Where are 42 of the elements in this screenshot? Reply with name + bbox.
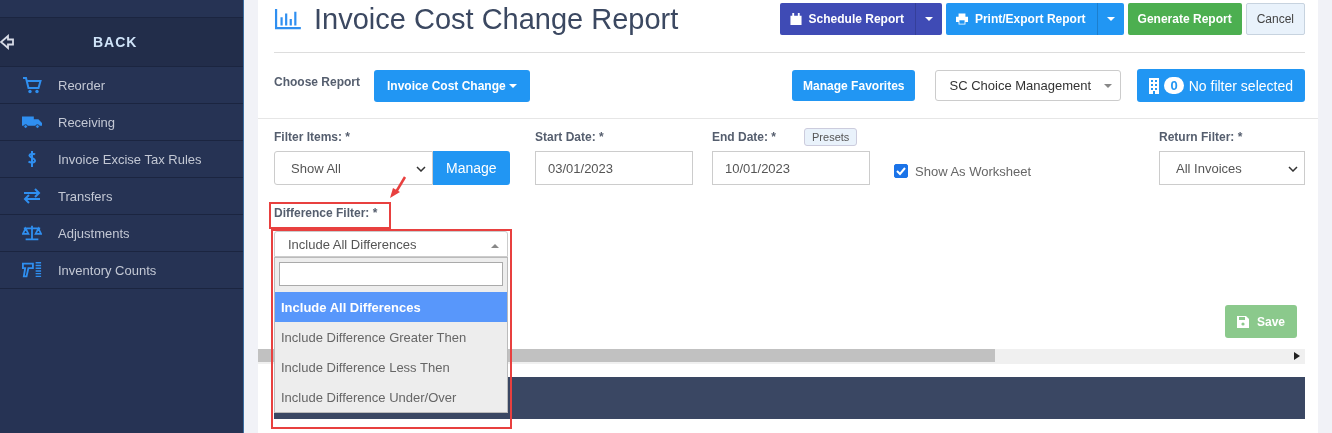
sidebar-item[interactable]: Transfers	[0, 178, 243, 215]
chevron-down-icon	[416, 166, 426, 172]
difference-filter-select[interactable]: Include All Differences	[274, 231, 508, 257]
cart-icon	[22, 76, 42, 94]
filter-items-select[interactable]: Show All	[274, 151, 433, 185]
choose-report-label: Choose Report	[274, 75, 360, 89]
search-field[interactable]	[279, 262, 503, 286]
dropdown-option[interactable]: Include Difference Less Then	[275, 352, 507, 382]
end-date-field[interactable]: 10/01/2023	[712, 151, 870, 185]
chevron-down-icon	[1288, 166, 1298, 172]
start-date-field[interactable]: 03/01/2023	[535, 151, 693, 185]
back-link[interactable]: BACK	[93, 34, 138, 50]
company-select[interactable]: SC Choice Management	[935, 70, 1122, 101]
sidebar-item[interactable]: Receiving	[0, 104, 243, 141]
sidebar-item[interactable]: Reorder	[0, 67, 243, 104]
calendar-icon	[789, 13, 802, 25]
field-label: End Date: *	[712, 130, 776, 144]
checkbox-label: Show As Worksheet	[915, 163, 1032, 179]
bar-chart-icon	[274, 8, 302, 30]
back-arrow-icon[interactable]	[0, 34, 14, 50]
building-icon	[1149, 77, 1160, 94]
scroll-right-icon[interactable]	[1294, 352, 1300, 360]
printer-icon	[955, 13, 968, 25]
annotation-arrow	[387, 176, 407, 200]
header-button[interactable]: Schedule Report	[779, 3, 942, 35]
presets-button[interactable]: Presets	[804, 128, 858, 146]
field-label: Start Date: *	[535, 130, 605, 144]
field-label: Difference Filter: *	[274, 206, 379, 220]
field-label: Filter Items: *	[274, 130, 352, 144]
dropdown-option[interactable]: Include Difference Under/Over	[275, 382, 507, 412]
dropdown-option[interactable]: Include Difference Greater Then	[275, 322, 507, 352]
sidebar-item[interactable]: Adjustments	[0, 215, 243, 252]
arrows-icon	[22, 187, 42, 205]
return-filter-select[interactable]: All Invoices	[1159, 151, 1305, 185]
sidebar-item[interactable]: Inventory Counts	[0, 252, 243, 289]
worksheet-checkbox[interactable]	[894, 164, 908, 178]
header-button[interactable]: Cancel	[1245, 3, 1305, 35]
scale-icon	[22, 224, 42, 242]
scanner-icon	[22, 261, 42, 279]
page-title: Invoice Cost Change Report	[314, 2, 679, 36]
sidebar-item[interactable]: Invoice Excise Tax Rules	[0, 141, 243, 178]
field-label: Return Filter: *	[1159, 130, 1244, 144]
